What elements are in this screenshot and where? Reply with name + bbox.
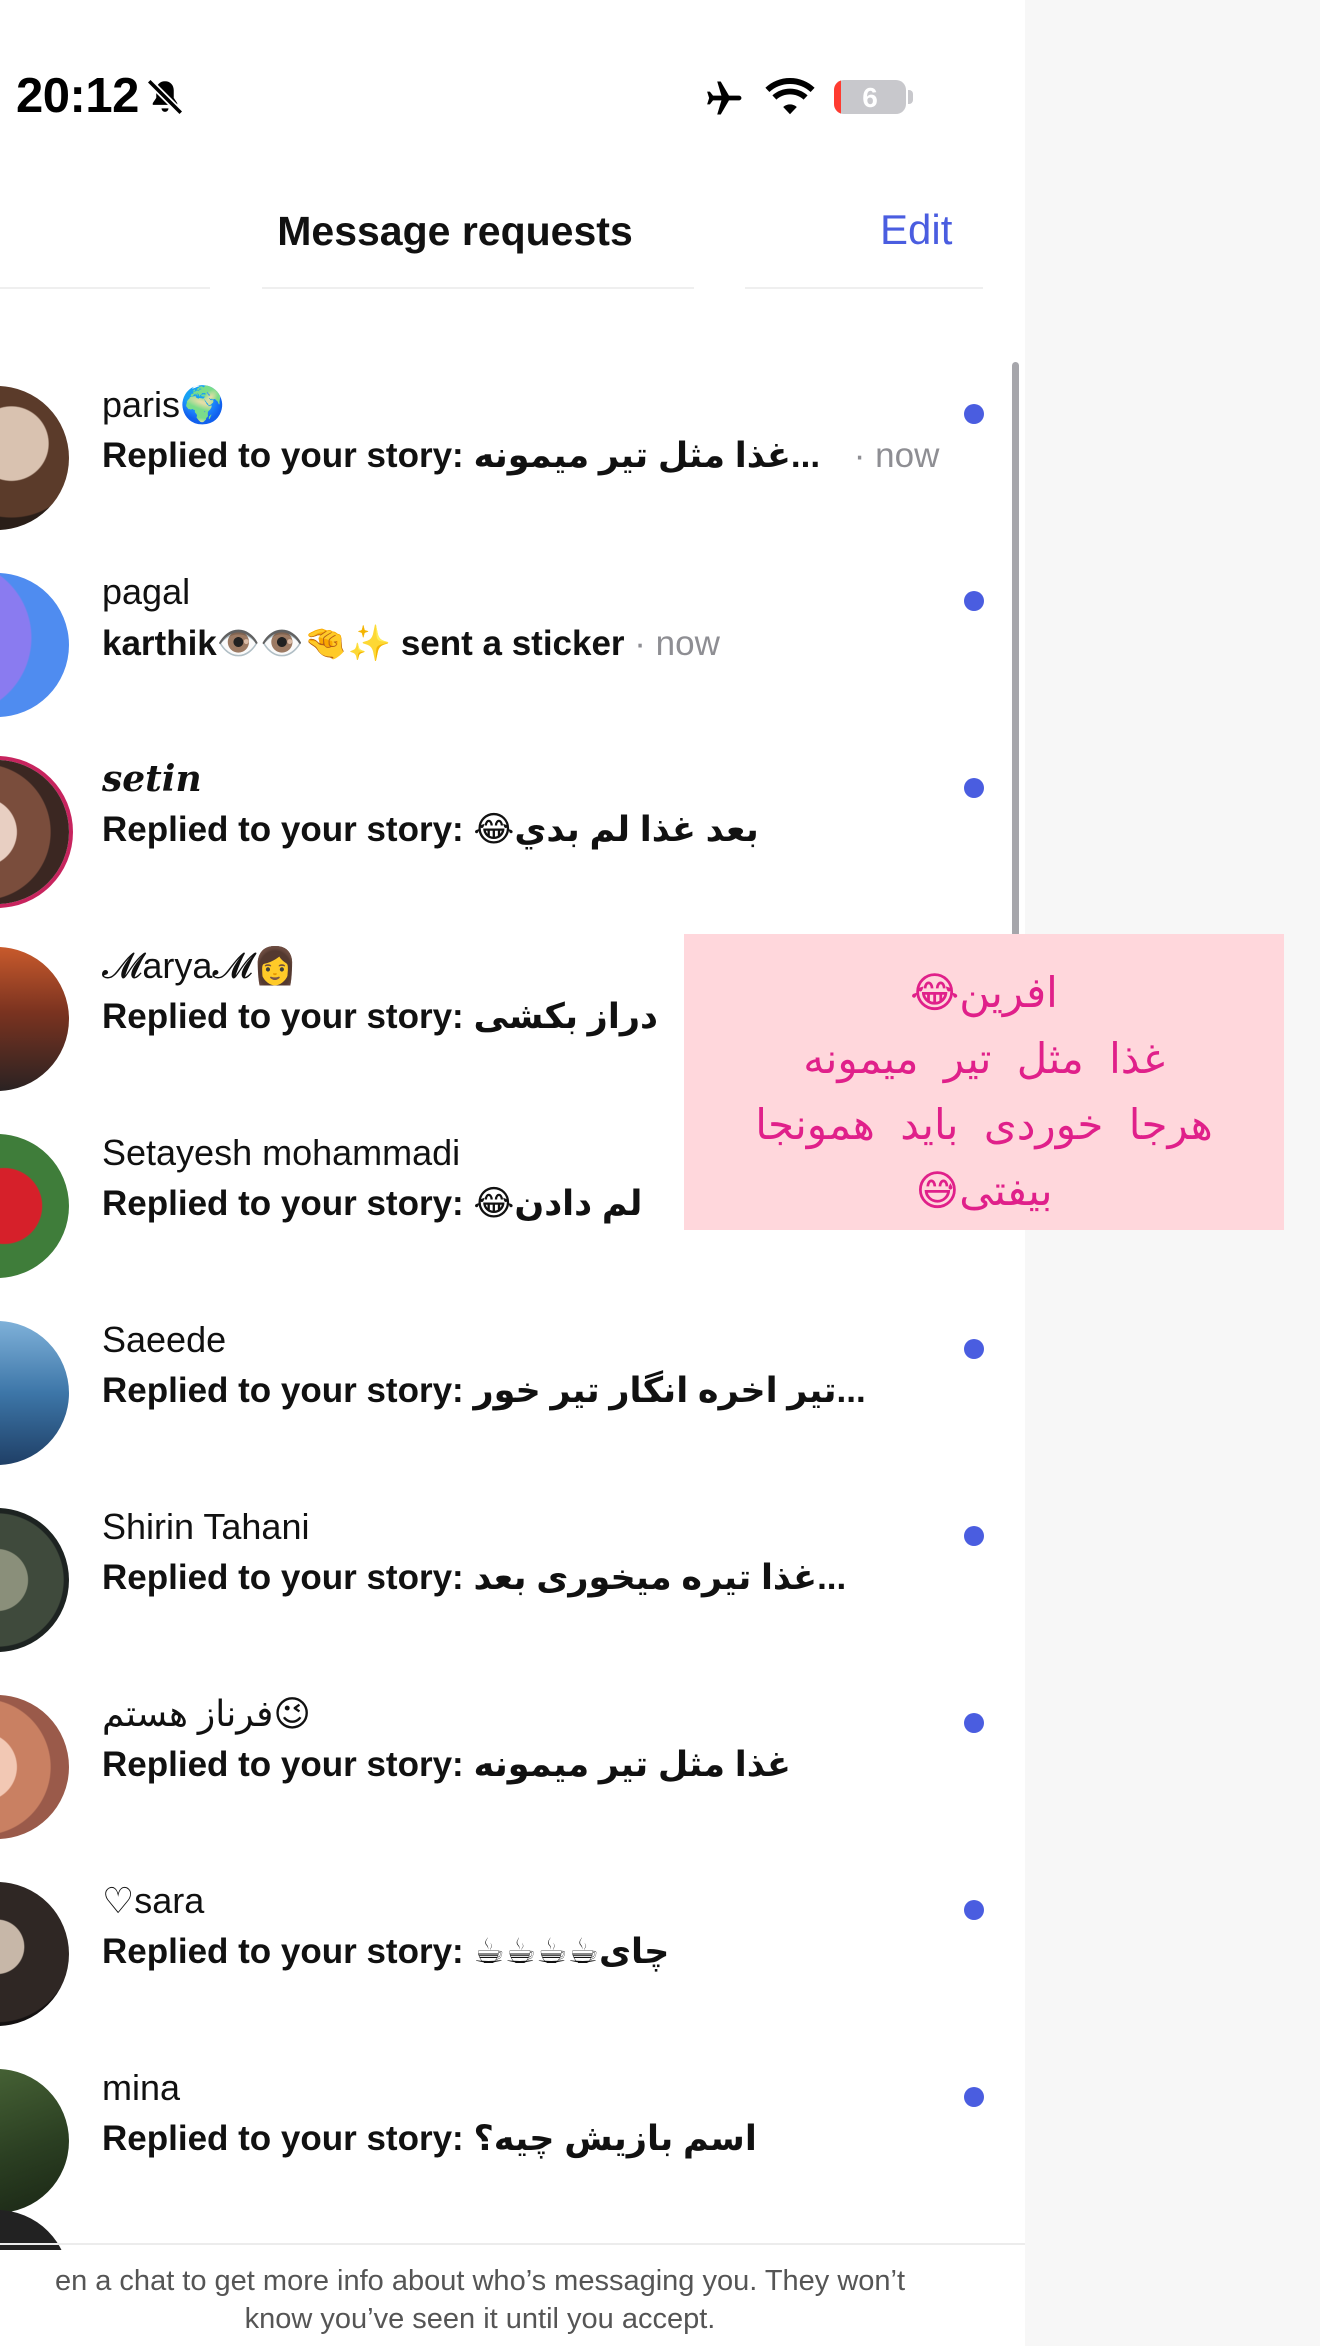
- message-preview: Replied to your story: غذا مثل تیر میمون…: [102, 436, 939, 476]
- list-item[interactable]: فرناز هستم😉 Replied to your story: غذا م…: [0, 1649, 1000, 1839]
- caption-line-4: بیفتی😅: [915, 1166, 1053, 1215]
- status-time: 20:12: [16, 69, 139, 123]
- scrollbar[interactable]: [1012, 362, 1019, 937]
- bell-slash-icon: [146, 78, 184, 116]
- preview-text: karthik👁️👁️🤏✨ sent a sticker: [102, 624, 625, 663]
- tab-underline-right: [745, 287, 983, 289]
- story-caption-overlay: افرین😂 غذا مثل تیر میمونه هرجا خوردی بای…: [684, 934, 1284, 1230]
- avatar: [0, 1321, 69, 1465]
- message-preview: Replied to your story: غذا مثل تیر میمون…: [102, 1745, 791, 1785]
- battery-cap: [908, 90, 913, 104]
- edit-button[interactable]: Edit: [880, 206, 952, 254]
- sender-name: setin: [102, 758, 202, 800]
- avatar: [0, 573, 69, 717]
- message-time: · now: [844, 436, 940, 475]
- preview-text: Replied to your story: اسم بازیش چیه؟: [102, 2119, 757, 2158]
- unread-dot: [964, 1900, 984, 1920]
- sender-name: pagal: [102, 571, 191, 612]
- message-preview: Replied to your story: 😂لم دادن: [102, 1184, 642, 1224]
- caption-line-3: هرجا خوردی باید همونجا: [755, 1100, 1213, 1149]
- list-item[interactable]: Shirin Tahani Replied to your story: غذا…: [0, 1462, 1000, 1652]
- avatar: [0, 1882, 69, 2026]
- message-preview: Replied to your story: دراز بکشی: [102, 997, 658, 1037]
- airplane-icon: [707, 81, 742, 115]
- preview-text: Replied to your story: 😂لم دادن: [102, 1184, 643, 1223]
- unread-dot: [964, 1339, 984, 1359]
- list-item[interactable]: Saeede Replied to your story: تیر اخره ا…: [0, 1275, 1000, 1465]
- sender-name: ♡sara: [102, 1880, 205, 1921]
- tab-underline-center: [262, 287, 694, 289]
- list-item[interactable]: ♡sara Replied to your story: ☕☕☕☕چای: [0, 1836, 1000, 2026]
- avatar: [0, 386, 69, 530]
- unread-dot: [964, 1526, 984, 1546]
- message-preview: Replied to your story: 😂بعد غذا لم بدي: [102, 810, 759, 850]
- avatar: [0, 1134, 69, 1278]
- list-item[interactable]: paris🌍 Replied to your story: غذا مثل تی…: [0, 340, 1000, 530]
- avatar: [0, 760, 69, 904]
- unread-dot: [964, 778, 984, 798]
- avatar: [0, 947, 69, 1091]
- preview-text: Replied to your story: غذا مثل تیر میمون…: [102, 436, 821, 475]
- sender-name: Saeede: [102, 1319, 227, 1360]
- battery-icon: 6: [834, 80, 906, 114]
- message-preview: Replied to your story: تیر اخره انگار تی…: [102, 1371, 866, 1411]
- avatar: [0, 1508, 69, 1652]
- footer-divider: [0, 2243, 1025, 2245]
- preview-text: Replied to your story: دراز بکشی: [102, 997, 658, 1036]
- sender-name: فرناز هستم😉: [102, 1693, 311, 1734]
- list-item[interactable]: pagal karthik👁️👁️🤏✨ sent a sticker · now: [0, 527, 1000, 717]
- sender-name: Setayesh mohammadi: [102, 1132, 461, 1173]
- tab-underline-left: [0, 287, 210, 289]
- sender-name: paris🌍: [102, 384, 225, 425]
- battery-level-text: 6: [862, 82, 878, 113]
- sender-name: 𝓜arya𝓜👩: [102, 945, 298, 986]
- page-title: Message requests: [277, 208, 633, 254]
- message-time: · now: [624, 624, 720, 663]
- footer-info: en a chat to get more info about who’s m…: [0, 2262, 980, 2338]
- sender-name: mina: [102, 2067, 181, 2108]
- caption-line-2: غذا مثل تیر میمونه: [803, 1034, 1165, 1083]
- message-preview: Replied to your story: اسم بازیش چیه؟: [102, 2119, 757, 2159]
- preview-text: Replied to your story: غذا مثل تیر میمون…: [102, 1745, 791, 1784]
- avatar: [0, 1695, 69, 1839]
- preview-text: Replied to your story: ☕☕☕☕چای: [102, 1932, 670, 1971]
- footer-line-2: know you’ve seen it until you accept.: [244, 2303, 716, 2335]
- preview-text: Replied to your story: غذا تیره میخوری ب…: [102, 1558, 847, 1597]
- unread-dot: [964, 1713, 984, 1733]
- message-preview: Replied to your story: ☕☕☕☕چای: [102, 1932, 669, 1972]
- unread-dot: [964, 2087, 984, 2107]
- message-preview: karthik👁️👁️🤏✨ sent a sticker · now: [102, 623, 720, 664]
- unread-dot: [964, 591, 984, 611]
- list-item[interactable]: setin Replied to your story: 😂بعد غذا لم…: [0, 714, 1000, 904]
- sender-name: Shirin Tahani: [102, 1506, 310, 1547]
- footer-line-1: en a chat to get more info about who’s m…: [54, 2265, 906, 2297]
- wifi-icon: [765, 78, 815, 115]
- avatar: [0, 2069, 69, 2213]
- preview-text: Replied to your story: تیر اخره انگار تی…: [102, 1371, 866, 1410]
- preview-text: Replied to your story: 😂بعد غذا لم بدي: [102, 810, 759, 849]
- unread-dot: [964, 404, 984, 424]
- caption-line-1: افرین😂: [910, 968, 1058, 1017]
- message-preview: Replied to your story: غذا تیره میخوری ب…: [102, 1558, 846, 1598]
- list-item[interactable]: mina Replied to your story: اسم بازیش چی…: [0, 2023, 1000, 2213]
